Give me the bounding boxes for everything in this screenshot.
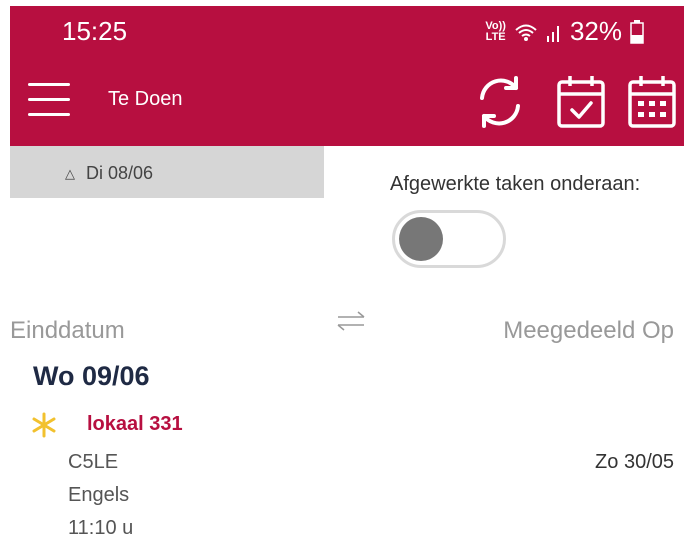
group-date-heading: Wo 09/06 — [33, 361, 150, 391]
battery-icon — [630, 19, 644, 44]
page-title: Te Doen — [108, 88, 183, 110]
task-class: C5LE — [68, 451, 119, 473]
task-shared-date: Zo 30/05 — [595, 451, 674, 473]
task-title[interactable]: lokaal 331 — [87, 413, 183, 436]
toggle-knob — [399, 217, 443, 261]
signal-icon — [546, 22, 562, 42]
status-time: 15:25 — [62, 16, 128, 46]
wifi-icon — [514, 22, 538, 42]
sort-shared-on-label[interactable]: Meegedeeld Op — [503, 317, 674, 345]
swap-icon[interactable] — [334, 310, 368, 337]
caret-up-icon: △ — [65, 166, 75, 181]
calendar-check-icon[interactable] — [553, 72, 609, 137]
sync-icon[interactable] — [470, 72, 530, 137]
previous-day-tab[interactable]: △ Di 08/06 — [10, 146, 324, 198]
menu-icon[interactable] — [28, 80, 70, 120]
status-icons: Vo)) LTE 32% — [485, 16, 644, 47]
volte-icon: Vo)) LTE — [485, 19, 506, 43]
date-tab-label: Di 08/06 — [86, 163, 154, 183]
completed-tasks-bottom-label: Afgewerkte taken onderaan: — [390, 173, 641, 195]
app-bar: 15:25 Vo)) LTE 32% Te Doen — [10, 6, 684, 146]
calendar-grid-icon[interactable] — [624, 72, 680, 137]
completed-tasks-bottom-toggle[interactable] — [392, 210, 506, 268]
task-subject: Engels — [68, 484, 130, 506]
asterisk-icon[interactable] — [30, 411, 58, 444]
task-time: 11:10 u — [68, 517, 134, 539]
battery-percent: 32% — [569, 16, 622, 46]
sort-due-date-label[interactable]: Einddatum — [10, 317, 125, 345]
